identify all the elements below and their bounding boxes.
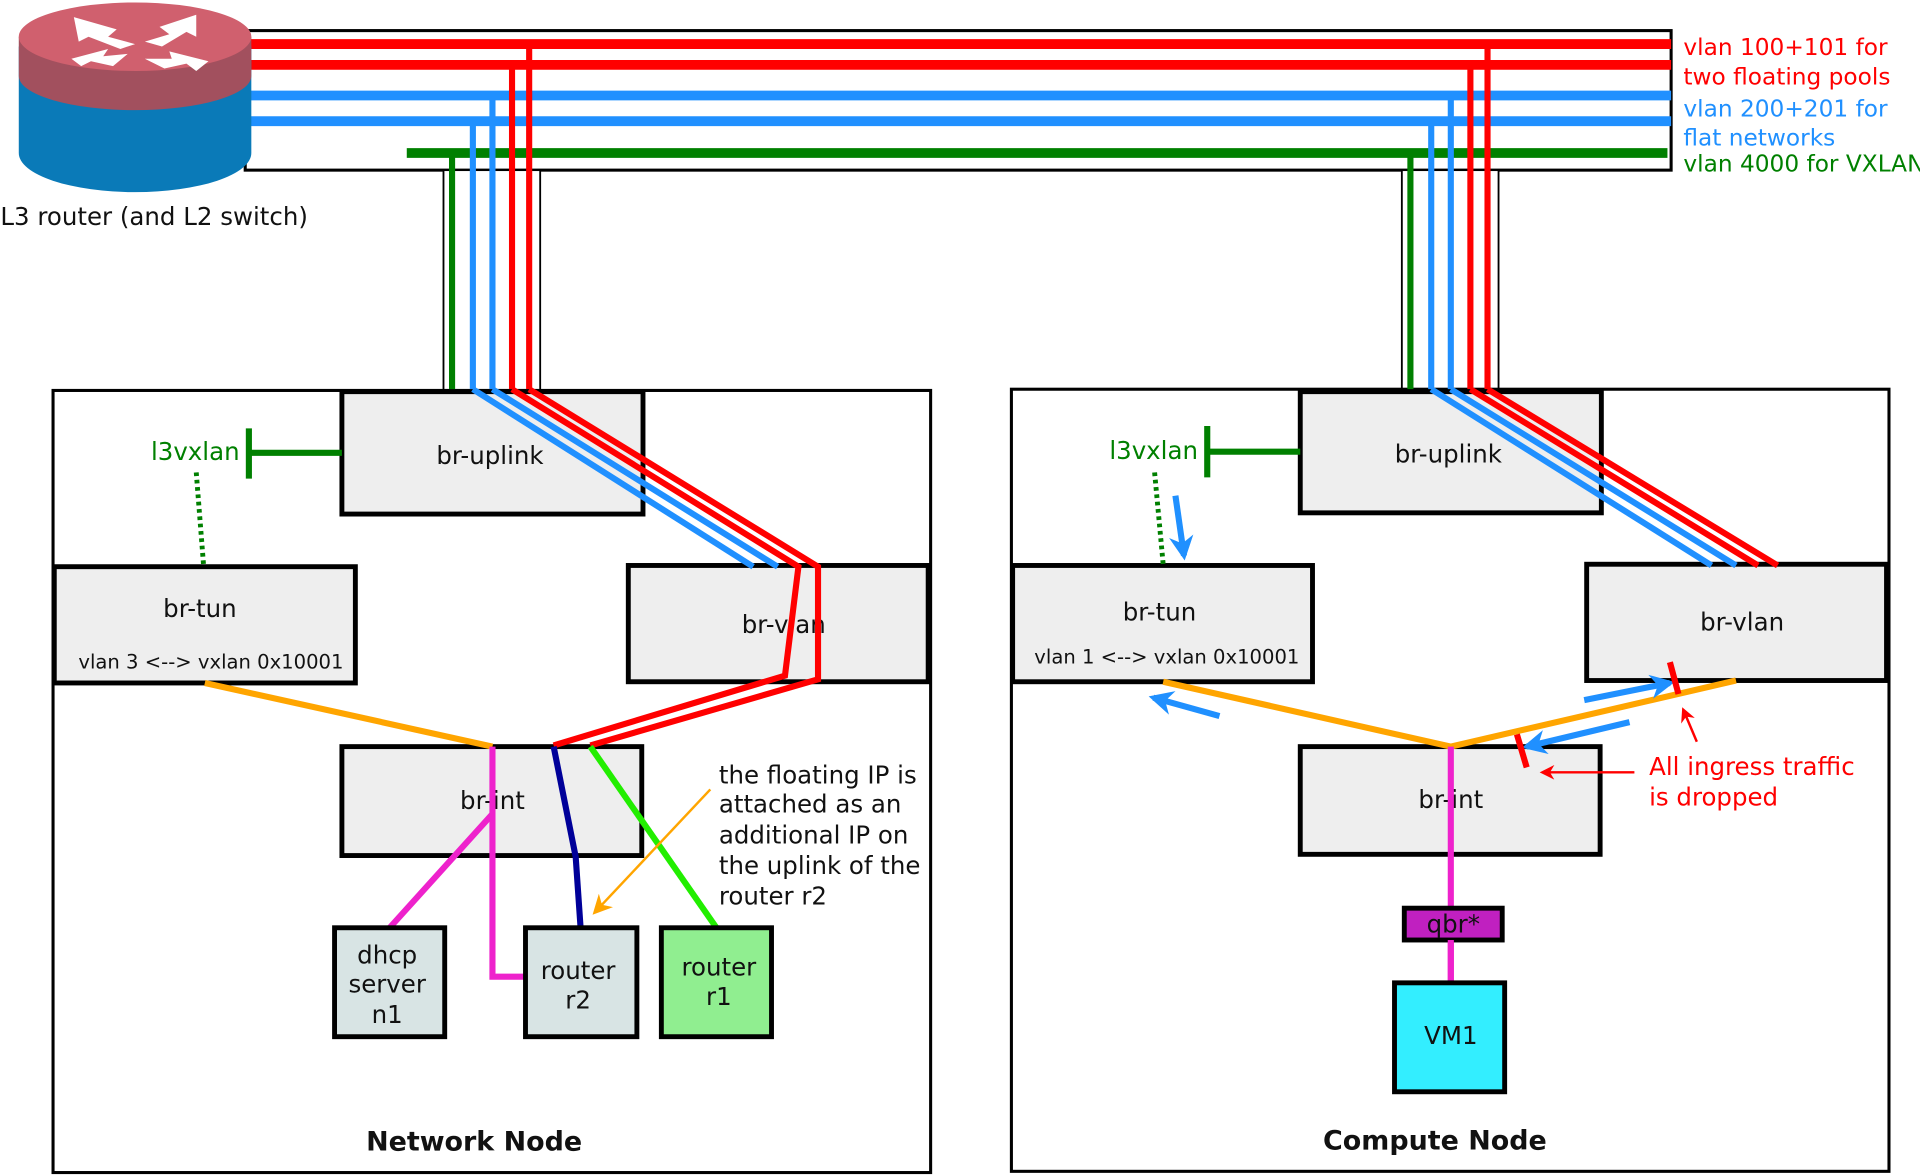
network-node-title: Network Node: [366, 1127, 582, 1158]
nn-br-tun-map: vlan 3 <--> vxlan 0x10001: [78, 650, 343, 673]
legend-blue-2: flat networks: [1683, 125, 1835, 152]
cn-br-uplink-label: br-uplink: [1395, 440, 1503, 469]
nn-annotation-3: additional IP on: [719, 820, 909, 849]
nn-annotation-5: router r2: [719, 882, 827, 911]
dhcp-label-1: dhcp: [357, 940, 417, 969]
router-label: L3 router (and L2 switch): [0, 202, 307, 231]
cn-br-tun-map: vlan 1 <--> vxlan 0x10001: [1034, 645, 1299, 668]
cn-br-tun-label: br-tun: [1123, 598, 1196, 627]
legend-blue-1: vlan 200+201 for: [1683, 95, 1888, 122]
vm1-label: VM1: [1424, 1021, 1477, 1050]
legend-green: vlan 4000 for VXLAN: [1683, 150, 1920, 177]
r2-label-2: r2: [565, 986, 591, 1015]
cn-annotation-1: All ingress traffic: [1649, 752, 1855, 781]
nn-br-uplink-label: br-uplink: [436, 441, 544, 470]
vlan-legend: vlan 100+101 for two floating pools vlan…: [1683, 34, 1920, 177]
nn-annotation-4: the uplink of the: [719, 851, 921, 880]
r2-label-1: router: [541, 956, 617, 985]
cn-annotation-2: is dropped: [1649, 782, 1778, 811]
legend-red-2: two floating pools: [1683, 63, 1890, 90]
cn-br-vlan-label: br-vlan: [1700, 607, 1784, 636]
r1-label-2: r1: [706, 982, 732, 1011]
r1-label-1: router: [682, 952, 758, 981]
nn-br-vlan-label: br-vlan: [742, 610, 826, 639]
cn-l3vxlan-label: l3vxlan: [1109, 436, 1198, 465]
legend-red-1: vlan 100+101 for: [1683, 34, 1888, 61]
dhcp-label-3: n1: [372, 1000, 403, 1029]
nn-annotation-1: the floating IP is: [719, 760, 917, 789]
network-diagram: L3 router (and L2 switch) vlan 100+101 f…: [0, 2, 1920, 1175]
nn-annotation-2: attached as an: [719, 790, 902, 819]
router-icon: [18, 2, 252, 193]
compute-node-title: Compute Node: [1323, 1125, 1547, 1156]
qbr-label: qbr*: [1427, 910, 1480, 939]
dhcp-label-2: server: [348, 970, 426, 999]
nn-br-tun-label: br-tun: [163, 594, 236, 623]
nn-l3vxlan-label: l3vxlan: [151, 437, 240, 466]
